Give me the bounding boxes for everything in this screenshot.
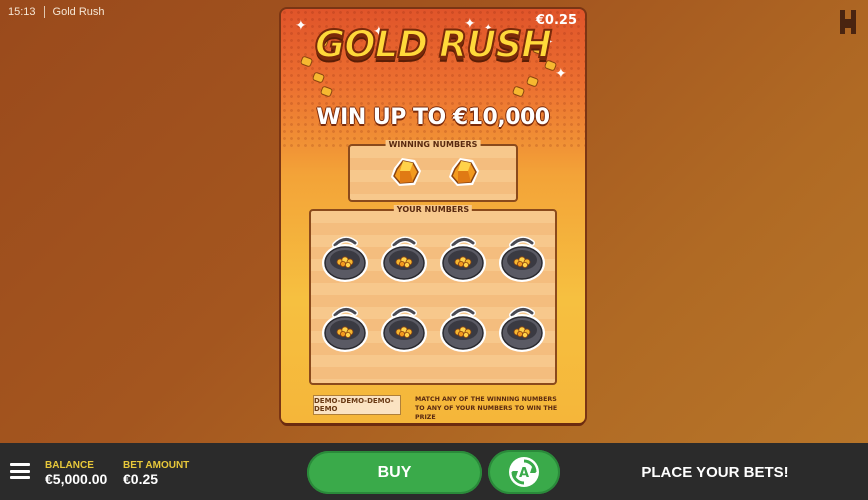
sparkle-icon: ✦ — [555, 65, 567, 81]
bottom-control-bar: BALANCE €5,000.00 BET AMOUNT €0.25 BUY A… — [0, 443, 868, 500]
balance-value: €5,000.00 — [45, 471, 108, 487]
status-bar: 15:13 Gold Rush — [0, 0, 105, 24]
top-prize-headline: WIN UP TO €10,000 — [316, 105, 550, 130]
your-numbers-label: YOUR NUMBERS — [393, 205, 473, 214]
gold-pan-icon[interactable] — [380, 303, 428, 355]
scratch-card: €0.25 ✦ ✦ ✦ ✦ ✦ ✦ GOLD RUSH WIN UP TO €1… — [281, 9, 585, 423]
divider — [43, 6, 45, 18]
svg-text:A: A — [519, 466, 529, 481]
autoplay-icon: A — [509, 457, 539, 487]
gold-pan-icon[interactable] — [439, 303, 487, 355]
app-title: Gold Rush — [52, 6, 105, 18]
bet-amount-value[interactable]: €0.25 — [123, 471, 158, 487]
instructions: MATCH ANY OF THE WINNING NUMBERS TO ANY … — [415, 395, 575, 422]
brand-h-logo-icon — [840, 10, 856, 34]
gold-pan-icon[interactable] — [498, 233, 546, 285]
demo-watermark: DEMO-DEMO-DEMO-DEMO — [313, 395, 401, 415]
place-your-bets-message: PLACE YOUR BETS! — [641, 464, 789, 481]
gold-nugget-icon[interactable] — [446, 154, 482, 190]
bet-amount-label: BET AMOUNT — [123, 460, 190, 471]
instruction-line-2: TO ANY OF YOUR NUMBERS TO WIN THE PRIZE — [415, 405, 558, 421]
winning-numbers-label: WINNING NUMBERS — [385, 140, 481, 149]
hamburger-menu-icon[interactable] — [10, 463, 30, 479]
balance-label: BALANCE — [45, 460, 94, 471]
gold-pan-icon[interactable] — [380, 233, 428, 285]
gold-pan-icon[interactable] — [439, 233, 487, 285]
buy-button[interactable]: BUY — [307, 451, 482, 494]
gold-pan-icon[interactable] — [321, 303, 369, 355]
instruction-line-1: MATCH ANY OF THE WINNING NUMBERS — [415, 396, 557, 403]
clock: 15:13 — [8, 6, 36, 18]
gold-pan-icon[interactable] — [498, 303, 546, 355]
autoplay-button[interactable]: A — [488, 450, 560, 494]
gold-pan-icon[interactable] — [321, 233, 369, 285]
game-logo-title: GOLD RUSH — [314, 22, 553, 67]
your-numbers-panel: YOUR NUMBERS — [309, 205, 557, 385]
winning-numbers-panel: WINNING NUMBERS — [348, 140, 518, 202]
gold-nugget-icon[interactable] — [388, 154, 424, 190]
